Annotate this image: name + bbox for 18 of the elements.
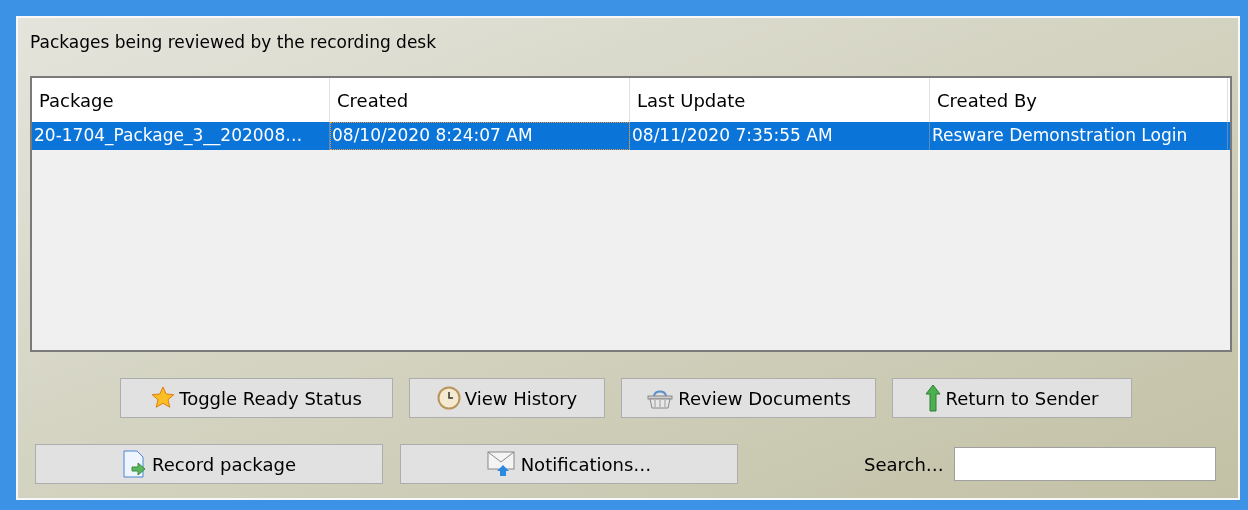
- envelope-icon: [486, 451, 517, 477]
- star-icon: [151, 386, 176, 410]
- table-row[interactable]: 20-1704_Package_3__202008… 08/10/2020 8:24:07 AM 08/11/2020 7:35:55 AM Resware Demonstration Login: [32, 122, 1230, 150]
- clock-icon: [436, 386, 461, 410]
- action-button[interactable]: Notifications…: [400, 444, 738, 484]
- table-cell: Resware Demonstration Login: [930, 122, 1228, 150]
- action-button[interactable]: Return to Sender: [892, 378, 1132, 418]
- search-field[interactable]: [953, 447, 1216, 481]
- table-cell: 20-1704_Package_3__202008…: [32, 122, 330, 150]
- panel-caption: Packages being reviewed by the recording desk: [30, 31, 438, 54]
- table-cell: 08/10/2020 8:24:07 AM: [330, 122, 630, 150]
- action-button[interactable]: Review Documents: [621, 378, 876, 418]
- action-button[interactable]: View History: [409, 378, 605, 418]
- search-label: Search…: [864, 452, 944, 477]
- action-button[interactable]: Record package: [35, 444, 383, 484]
- table-cell: 08/11/2020 7:35:55 AM: [630, 122, 930, 150]
- up-arrow-icon: [925, 384, 942, 412]
- action-button[interactable]: Toggle Ready Status: [120, 378, 393, 418]
